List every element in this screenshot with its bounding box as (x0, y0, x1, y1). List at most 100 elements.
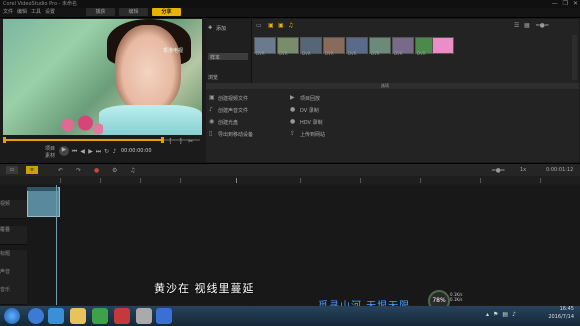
tab-capture[interactable]: 捕获 (86, 8, 115, 16)
option-export-mobile[interactable]: 导出到移动设备 (218, 131, 253, 138)
track-header-video[interactable]: 视频 (0, 200, 27, 219)
prev-frame-icon[interactable]: ◀ (79, 148, 86, 155)
record-icon[interactable]: ● (94, 167, 99, 174)
playhead[interactable] (56, 185, 57, 305)
system-tray: ▴ ⚑ ▤ ♪ (486, 311, 516, 318)
mode-project[interactable]: 项目 (45, 145, 55, 152)
library-thumbnail-color[interactable] (432, 37, 454, 54)
timeline-ruler[interactable] (0, 176, 580, 184)
app-green-icon[interactable] (92, 308, 108, 324)
options-divider[interactable]: 选项 (206, 83, 579, 89)
tray-network-icon[interactable]: ▤ (502, 311, 508, 318)
audio-media-icon[interactable]: ♫ (288, 22, 293, 29)
browser-icon[interactable] (28, 308, 44, 324)
hdv-record-icon: ● (290, 118, 296, 125)
timeline-view-button[interactable]: ≡ (26, 166, 38, 174)
track-header-title[interactable]: 标题 (0, 250, 27, 269)
maximize-button[interactable]: ❐ (563, 0, 568, 8)
storyboard-view-button[interactable]: ▭ (6, 166, 18, 174)
clock-date: 2016/7/14 (548, 314, 574, 320)
volume-icon[interactable]: ♪ (111, 148, 118, 155)
mark-in-icon[interactable]: [ (167, 138, 174, 145)
thumbnail-caption: DVR (348, 51, 357, 56)
preview-timecode[interactable]: 00:00:00:00 (121, 148, 152, 154)
close-button[interactable]: ✕ (573, 0, 578, 8)
preview-window: 香港电视 (3, 19, 202, 135)
option-hdv-record[interactable]: HDV 录制 (300, 119, 323, 126)
taskbar-clock[interactable]: 16:45 2016/7/14 (548, 305, 574, 321)
menu-file[interactable]: 文件 (3, 8, 13, 17)
start-button-icon[interactable] (4, 308, 20, 324)
timeline-tracks[interactable] (0, 185, 580, 305)
auto-music-icon[interactable]: ♫ (130, 167, 135, 174)
thumbnail-caption: DVR (371, 51, 380, 56)
add-folder-button[interactable]: 添加 (216, 25, 226, 32)
download-speed: 0.1K/s (450, 297, 463, 302)
minimize-button[interactable]: — (552, 0, 558, 8)
browse-button[interactable]: 浏览 (208, 74, 218, 81)
ie-icon[interactable] (48, 308, 64, 324)
library-toolbar: ▭ ▣ ▣ ♫ ☰ ▦ ━●━ (252, 20, 578, 32)
track-label: 视频 (0, 201, 11, 207)
tab-share[interactable]: 分享 (152, 8, 181, 16)
ruler-tick (360, 178, 361, 183)
tray-up-icon[interactable]: ▴ (486, 311, 489, 318)
window-controls: — ❐ ✕ (552, 0, 578, 8)
option-create-video-file[interactable]: 创建视频文件 (218, 95, 248, 102)
track-header-voice[interactable]: 声音 (0, 268, 27, 287)
thumbnail-size-slider[interactable]: ━●━ (536, 22, 548, 29)
ruler-tick (480, 178, 481, 183)
tray-flag-icon[interactable]: ⚑ (493, 311, 498, 318)
mixer-icon[interactable]: ⚙ (112, 167, 117, 174)
timeline-timecode[interactable]: 0:00:01:12 (546, 167, 573, 173)
next-frame-icon[interactable]: ▶ (87, 148, 94, 155)
video-media-icon[interactable]: ▣ (268, 22, 274, 29)
video-frame-flowers (59, 115, 103, 135)
menu-tools[interactable]: 工具 (31, 8, 41, 17)
audio-file-icon: ♪ (209, 106, 213, 113)
grid-view-icon[interactable]: ▦ (524, 22, 530, 29)
track-header-overlay[interactable]: 覆叠 (0, 226, 27, 245)
option-create-sound-file[interactable]: 创建声音文件 (218, 107, 248, 114)
option-project-playback[interactable]: 项目回放 (300, 95, 320, 102)
tab-edit[interactable]: 编辑 (119, 8, 148, 16)
mode-clip[interactable]: 素材 (45, 152, 55, 159)
split-icon[interactable]: ✂ (187, 138, 194, 145)
tray-volume-icon[interactable]: ♪ (512, 311, 516, 318)
end-icon[interactable]: ⏭ (95, 148, 102, 155)
explorer-icon[interactable] (70, 308, 86, 324)
track-label: 覆叠 (0, 227, 11, 233)
thumbnail-caption: DVR (417, 51, 426, 56)
option-dv-record[interactable]: DV 录制 (300, 107, 319, 114)
redo-icon[interactable]: ↷ (76, 167, 81, 174)
zoom-slider[interactable]: ━●━ (492, 167, 504, 174)
app-grey-icon[interactable] (136, 308, 152, 324)
thumbnail-caption: DVR (279, 51, 288, 56)
repeat-icon[interactable]: ↻ (103, 148, 110, 155)
folder-icon[interactable]: ▭ (256, 22, 262, 29)
mobile-device-icon: ▯ (209, 130, 213, 137)
option-create-disc[interactable]: 创建光盘 (218, 119, 238, 126)
track-header-music[interactable]: 音乐 (0, 286, 27, 305)
video-frame-face (115, 25, 181, 111)
menu-settings[interactable]: 设置 (45, 8, 55, 17)
ruler-tick (300, 178, 301, 183)
list-view-icon[interactable]: ☰ (514, 22, 519, 29)
play-button[interactable]: ▶ (59, 146, 69, 156)
option-upload-web[interactable]: 上传到网站 (300, 131, 325, 138)
add-icon[interactable]: ✚ (208, 25, 212, 31)
zoom-level[interactable]: 1x (520, 167, 526, 173)
mark-out-icon[interactable]: ] (177, 138, 184, 145)
undo-icon[interactable]: ↶ (58, 167, 63, 174)
video-clip-header (27, 187, 58, 191)
trim-start-handle[interactable] (3, 137, 6, 143)
photo-media-icon[interactable]: ▣ (278, 22, 284, 29)
library-scrollbar[interactable] (572, 35, 577, 80)
library-folder-samples[interactable]: 样本 (210, 54, 220, 61)
trim-end-handle[interactable] (161, 137, 164, 143)
app-k-icon[interactable] (156, 308, 172, 324)
ruler-tick (100, 178, 101, 183)
home-icon[interactable]: ⏮ (71, 148, 78, 155)
menu-edit[interactable]: 编辑 (17, 8, 27, 17)
app-red-icon[interactable] (114, 308, 130, 324)
